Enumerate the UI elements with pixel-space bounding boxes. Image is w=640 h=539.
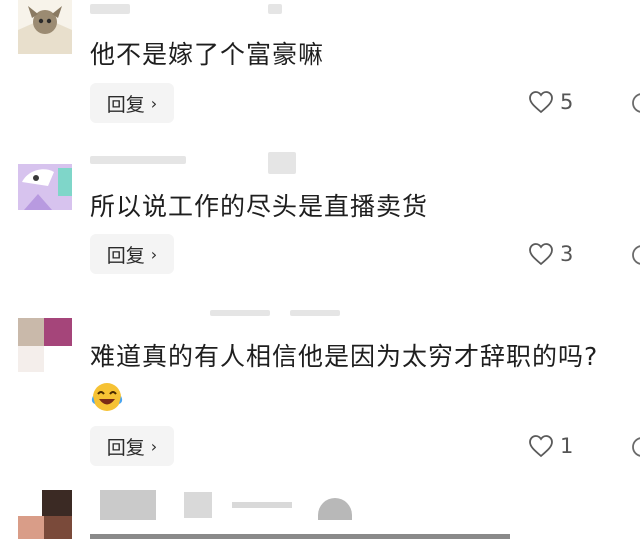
like-count: 5 [560, 90, 574, 114]
heart-outline-icon [529, 91, 553, 114]
avatar[interactable] [18, 490, 72, 539]
like-button[interactable]: 3 [528, 236, 588, 272]
comment-text: 难道真的有人相信他是因为太穷才辞职的吗? [90, 342, 599, 371]
username-blurred [184, 492, 212, 518]
more-icon-partial[interactable] [626, 432, 640, 462]
chevron-right-icon: › [150, 244, 158, 264]
laughing-crying-emoji [90, 380, 124, 414]
avatar[interactable] [18, 318, 72, 372]
reply-label: 回复 [106, 244, 145, 267]
reply-button[interactable]: 回复 › [90, 234, 174, 274]
comment-item [0, 488, 640, 539]
comment-text-cutoff [90, 534, 510, 539]
like-button[interactable]: 1 [528, 428, 588, 464]
comment-item: 难道真的有人相信他是因为太穷才辞职的吗? 回复 › 1 [0, 300, 640, 480]
more-icon-partial[interactable] [626, 88, 640, 118]
like-button[interactable]: 5 [528, 84, 588, 120]
reply-label: 回复 [106, 436, 145, 459]
reply-button[interactable]: 回复 › [90, 426, 174, 466]
reply-button[interactable]: 回复 › [90, 83, 174, 123]
heart-outline-icon [529, 435, 553, 458]
username-blurred [232, 502, 292, 508]
comment-text: 所以说工作的尽头是直播卖货 [90, 192, 429, 221]
username-blurred [318, 498, 352, 520]
chevron-right-icon: › [150, 436, 158, 456]
avatar[interactable] [18, 0, 72, 54]
avatar[interactable] [18, 156, 72, 210]
username-blurred [100, 490, 156, 520]
like-count: 1 [560, 434, 574, 458]
like-count: 3 [560, 242, 574, 266]
comment-item: 所以说工作的尽头是直播卖货 回复 › 3 [0, 150, 640, 290]
comment-text: 他不是嫁了个富豪嘛 [90, 40, 325, 69]
comment-item: 他不是嫁了个富豪嘛 回复 › 5 [0, 0, 640, 140]
more-icon-partial[interactable] [626, 240, 640, 270]
reply-label: 回复 [106, 93, 145, 116]
chevron-right-icon: › [150, 93, 158, 113]
heart-outline-icon [529, 243, 553, 266]
